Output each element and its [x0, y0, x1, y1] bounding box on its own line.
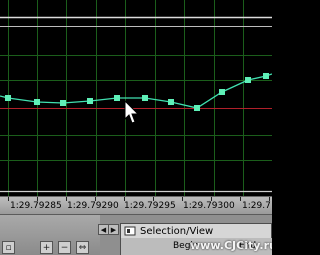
envelope-point[interactable] [87, 98, 93, 104]
envelope-point[interactable] [219, 89, 225, 95]
envelope-point[interactable] [114, 95, 120, 101]
watermark: www.CJCity.ru [190, 239, 272, 252]
zoom-out-icon[interactable]: − [58, 241, 71, 254]
zoom-full-icon[interactable]: ⇔ [76, 241, 89, 254]
envelope-point[interactable] [142, 95, 148, 101]
envelope-point[interactable] [263, 73, 269, 79]
zoom-icon[interactable]: ▫ [2, 241, 15, 254]
time-ruler[interactable]: 1:29.79285 1:29.79290 1:29.79295 1:29.79… [0, 196, 272, 214]
ruler-label: 1:29.7 [242, 201, 271, 211]
ruler-label: 1:29.79290 [67, 201, 119, 211]
bottom-panel: ▫ + − ⇔ ◀ ▶ Selection/View Begin End www… [0, 214, 272, 255]
ruler-label: 1:29.79300 [183, 201, 235, 211]
envelope-point[interactable] [168, 99, 174, 105]
play-icon[interactable]: ▶ [108, 224, 119, 235]
envelope-graph[interactable] [0, 0, 272, 196]
zoom-in-icon[interactable]: + [40, 241, 53, 254]
ruler-label: 1:29.79285 [10, 201, 62, 211]
ruler-label: 1:29.79295 [124, 201, 176, 211]
selection-icon [124, 226, 136, 236]
envelope-point[interactable] [245, 77, 251, 83]
envelope-point[interactable] [194, 105, 200, 111]
envelope-point[interactable] [5, 95, 11, 101]
tab-selection-view[interactable]: Selection/View [120, 223, 272, 238]
envelope-point[interactable] [60, 100, 66, 106]
envelope-point[interactable] [34, 99, 40, 105]
transport-area: ▫ + − ⇔ [0, 215, 100, 255]
tab-label: Selection/View [140, 225, 214, 237]
